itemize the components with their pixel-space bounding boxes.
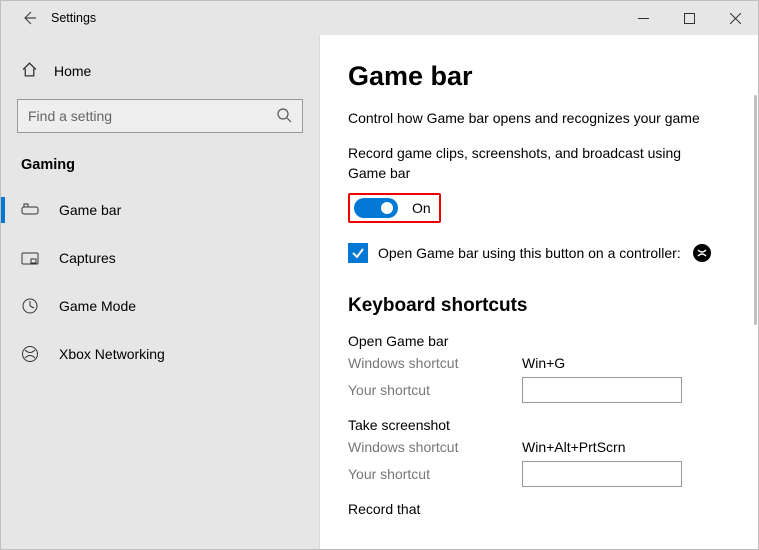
toggle-knob	[381, 202, 393, 214]
toggle-state: On	[412, 200, 431, 216]
controller-label: Open Game bar using this button on a con…	[378, 245, 681, 261]
home-icon	[21, 61, 38, 81]
window-title: Settings	[51, 11, 96, 25]
record-label: Record game clips, screenshots, and broa…	[348, 144, 708, 183]
your-shortcut-label: Your shortcut	[348, 466, 522, 482]
sidebar-item-label: Game Mode	[59, 298, 136, 314]
sidebar-item-label: Xbox Networking	[59, 346, 165, 362]
section-heading: Gaming	[1, 151, 319, 189]
search-input[interactable]	[17, 99, 303, 133]
back-button[interactable]	[9, 1, 49, 35]
titlebar: Settings	[1, 1, 758, 35]
sidebar-item-label: Captures	[59, 250, 116, 266]
shortcut-take-screenshot: Take screenshot Windows shortcut Win+Alt…	[348, 417, 734, 487]
page-title: Game bar	[348, 61, 734, 92]
shortcut-title: Take screenshot	[348, 417, 734, 433]
shortcut-record-that: Record that	[348, 501, 734, 517]
search-icon	[276, 107, 292, 126]
search-field[interactable]	[28, 108, 276, 124]
your-shortcut-input[interactable]	[522, 377, 682, 403]
shortcuts-heading: Keyboard shortcuts	[348, 295, 734, 317]
captures-icon	[21, 249, 39, 267]
sidebar: Home Gaming Game bar Captures Game Mod	[1, 35, 320, 549]
maximize-button[interactable]	[666, 1, 712, 35]
record-toggle[interactable]	[354, 198, 398, 218]
close-button[interactable]	[712, 1, 758, 35]
sidebar-item-label: Game bar	[59, 202, 121, 218]
scrollbar[interactable]	[754, 95, 757, 325]
gamemode-icon	[21, 297, 39, 315]
your-shortcut-label: Your shortcut	[348, 382, 522, 398]
windows-shortcut-label: Windows shortcut	[348, 355, 522, 371]
minimize-button[interactable]	[620, 1, 666, 35]
toggle-highlight: On	[348, 193, 441, 223]
your-shortcut-input[interactable]	[522, 461, 682, 487]
windows-shortcut-label: Windows shortcut	[348, 439, 522, 455]
main-content: Game bar Control how Game bar opens and …	[320, 35, 758, 549]
gamebar-icon	[21, 201, 39, 219]
window-controls	[620, 1, 758, 35]
xbox-icon	[21, 345, 39, 363]
sidebar-item-gamebar[interactable]: Game bar	[1, 189, 319, 231]
shortcut-title: Record that	[348, 501, 734, 517]
controller-checkbox[interactable]	[348, 243, 368, 263]
sidebar-item-captures[interactable]: Captures	[1, 237, 319, 279]
home-link[interactable]: Home	[1, 55, 319, 95]
home-label: Home	[54, 63, 91, 79]
sidebar-item-xbox[interactable]: Xbox Networking	[1, 333, 319, 375]
shortcut-open-gamebar: Open Game bar Windows shortcut Win+G You…	[348, 333, 734, 403]
windows-shortcut-value: Win+Alt+PrtScrn	[522, 439, 625, 455]
page-description: Control how Game bar opens and recognize…	[348, 110, 734, 126]
sidebar-item-gamemode[interactable]: Game Mode	[1, 285, 319, 327]
windows-shortcut-value: Win+G	[522, 355, 565, 371]
xbox-controller-icon	[693, 244, 711, 262]
shortcut-title: Open Game bar	[348, 333, 734, 349]
